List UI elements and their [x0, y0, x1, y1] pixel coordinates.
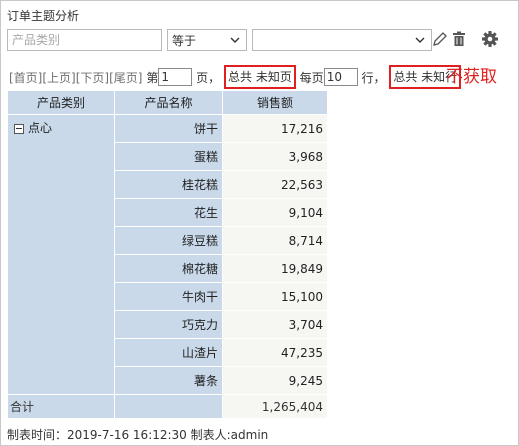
- total-blank-cell: [114, 394, 223, 419]
- sales-table: 产品类别 产品名称 销售额 点心 饼干 17,216 蛋糕 3,968 桂花糕 22,563…: [7, 90, 328, 419]
- product-name-cell: 桂花糕: [114, 170, 223, 199]
- column-header-product: 产品名称: [114, 90, 223, 115]
- column-header-sales: 销售额: [222, 90, 328, 115]
- total-label: 合计: [7, 394, 115, 419]
- prev-page-link[interactable]: [上页]: [42, 69, 75, 86]
- page-prefix: 第: [146, 70, 159, 85]
- delete-icon[interactable]: [450, 30, 468, 48]
- product-name-cell: 棉花糖: [114, 254, 223, 283]
- product-name-cell: 花生: [114, 198, 223, 227]
- sales-value-cell: 22,563: [222, 170, 328, 199]
- report-footer: 制表时间：2019-7-16 16:12:30 制表人:admin: [7, 428, 269, 442]
- operator-value: 等于: [172, 34, 197, 48]
- page-number-input[interactable]: 1: [158, 68, 193, 86]
- total-value: 1,265,404: [222, 394, 328, 419]
- report-panel: 订单主题分析 等于: [0, 0, 519, 446]
- chevron-down-icon: [230, 37, 240, 43]
- product-name-cell: 牛肉干: [114, 282, 223, 311]
- column-header-category: 产品类别: [7, 90, 115, 115]
- sales-value-cell: 3,968: [222, 142, 328, 171]
- sales-value-cell: 15,100: [222, 282, 328, 311]
- sales-value-cell: 9,245: [222, 366, 328, 395]
- field-input[interactable]: [7, 29, 162, 51]
- pagination-bar: [首页][上页][下页][尾页] 第1 页， 总共 未知页 每页 10 行， 总共…: [9, 65, 462, 89]
- sales-value-cell: 17,216: [222, 114, 328, 143]
- collapse-icon[interactable]: [14, 123, 24, 134]
- rows-suffix: 行，: [361, 70, 386, 85]
- product-name-cell: 巧克力: [114, 310, 223, 339]
- sales-value-cell: 47,235: [222, 338, 328, 367]
- sales-value-cell: 9,104: [222, 198, 328, 227]
- category-label: 点心: [28, 121, 53, 135]
- total-row: 合计 1,265,404: [7, 394, 328, 419]
- product-name-cell: 蛋糕: [114, 142, 223, 171]
- product-name-cell: 山渣片: [114, 338, 223, 367]
- product-name-cell: 绿豆糕: [114, 226, 223, 255]
- next-page-link[interactable]: [下页]: [76, 69, 109, 86]
- last-page-link[interactable]: [尾页]: [109, 69, 142, 86]
- filter-bar: 等于: [7, 29, 513, 51]
- table-header-row: 产品类别 产品名称 销售额: [7, 90, 328, 115]
- value-select[interactable]: [252, 29, 432, 51]
- sales-value-cell: 19,849: [222, 254, 328, 283]
- sales-value-cell: 3,704: [222, 310, 328, 339]
- total-pages-label: 总共 未知页: [224, 65, 296, 89]
- category-cell: 点心: [7, 114, 115, 395]
- rows-per-page-input[interactable]: 10: [323, 68, 358, 86]
- product-name-cell: 饼干: [114, 114, 223, 143]
- report-title: 订单主题分析: [7, 9, 80, 23]
- table-row: 点心 饼干 17,216: [7, 114, 328, 395]
- operator-select[interactable]: 等于: [167, 29, 247, 51]
- sales-value-cell: 8,714: [222, 226, 328, 255]
- chevron-down-icon: [415, 37, 425, 43]
- product-name-cell: 薯条: [114, 366, 223, 395]
- edit-icon[interactable]: [431, 30, 449, 48]
- first-page-link[interactable]: [首页]: [9, 69, 42, 86]
- gear-icon[interactable]: [481, 30, 499, 48]
- annotation-note: 不获取: [446, 67, 497, 87]
- page-suffix: 页，: [196, 70, 221, 85]
- per-page-label: 每页: [299, 70, 324, 85]
